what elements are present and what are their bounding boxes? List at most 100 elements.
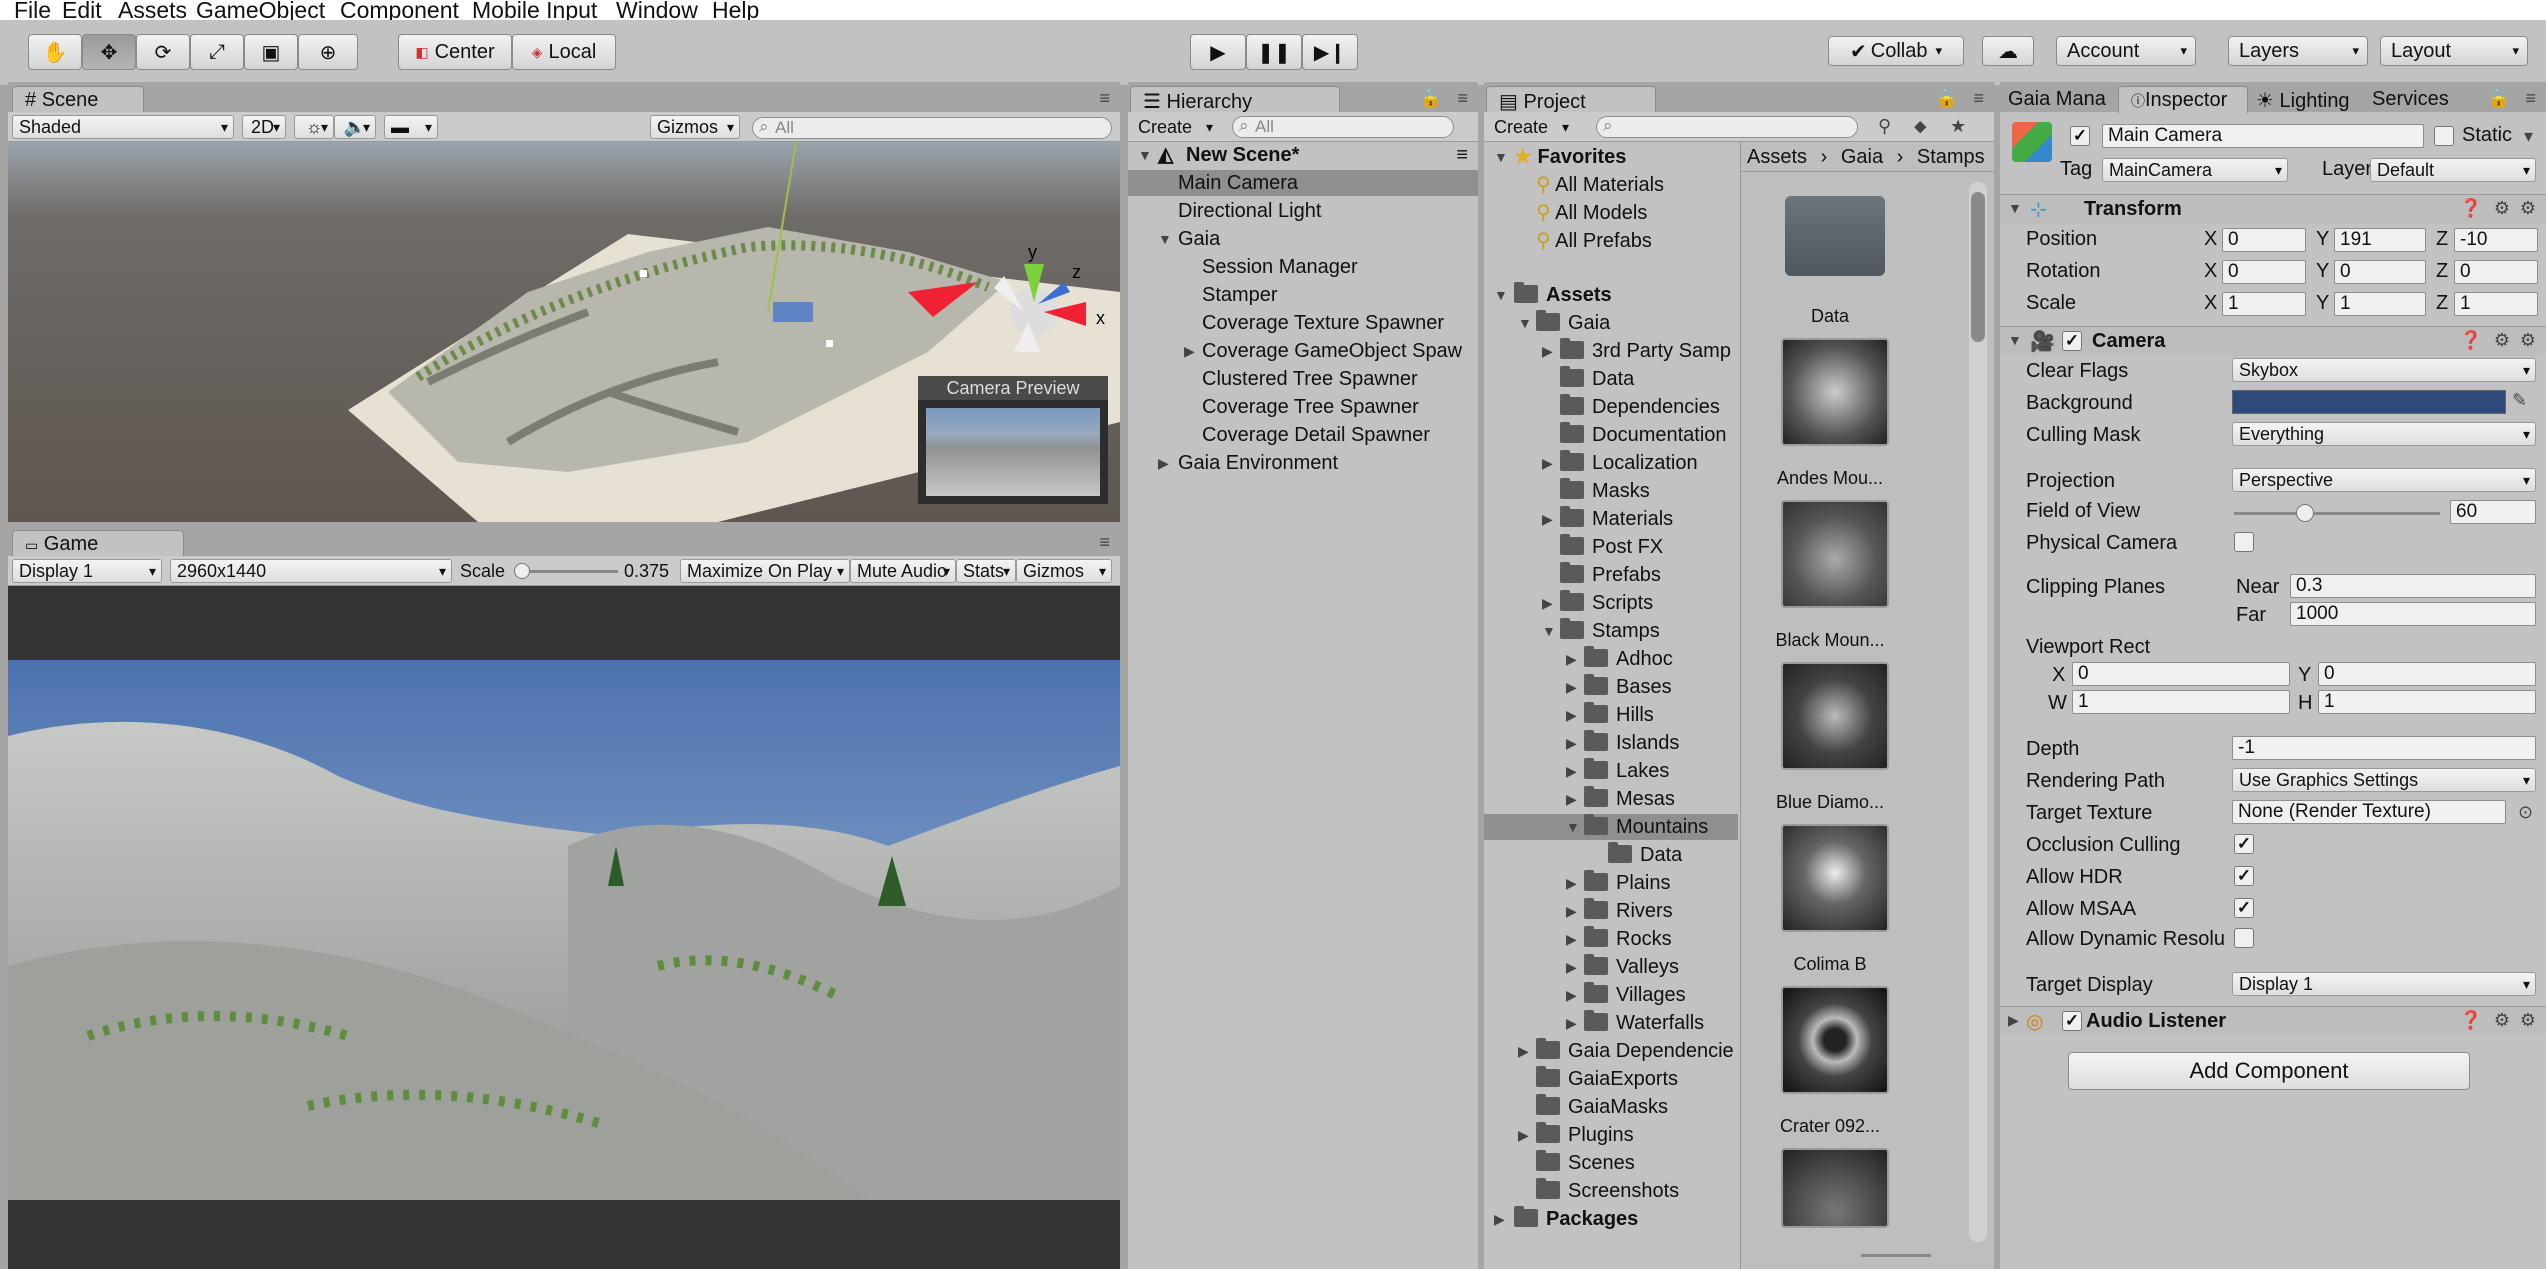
favorite-all-models[interactable]: ⚲ All Models (1536, 200, 1647, 226)
folder-plains[interactable]: Plains (1584, 870, 1670, 896)
lock-icon[interactable]: 🔒 (2488, 88, 2510, 109)
folder-masks[interactable]: Masks (1560, 478, 1650, 504)
eyedropper-icon[interactable]: ✎ (2512, 390, 2527, 411)
folder-stamps[interactable]: Stamps (1560, 618, 1660, 644)
step-button[interactable]: ▶❙ (1302, 34, 1358, 70)
collapsed-triangle-icon[interactable]: ▶ (1566, 758, 1577, 784)
collapsed-triangle-icon[interactable]: ▶ (1158, 450, 1169, 476)
display-dropdown[interactable]: Display 1 (12, 559, 162, 583)
hierarchy-item-coverage-tree-spawner[interactable]: Coverage Tree Spawner (1202, 394, 1419, 420)
asset-thumb-blue-diamond[interactable] (1781, 662, 1889, 770)
object-name-field[interactable]: Main Camera (2102, 124, 2424, 148)
tab-services[interactable]: Services (2372, 88, 2449, 111)
viewport-x-field[interactable]: 0 (2072, 662, 2290, 686)
search-by-label-icon[interactable]: ⬥ (1914, 116, 1927, 137)
pause-button[interactable]: ❚❚ (1246, 34, 1302, 70)
collapsed-triangle-icon[interactable]: ▶ (1566, 786, 1577, 812)
panel-menu-icon[interactable]: ≡ (1099, 532, 1110, 553)
layout-dropdown[interactable]: Layout ▾ (2380, 36, 2528, 66)
scale-slider-handle[interactable] (514, 563, 530, 579)
folder-mountains-data[interactable]: Data (1608, 842, 1682, 868)
expand-triangle-icon[interactable]: ▼ (2008, 195, 2022, 221)
folder-mesas[interactable]: Mesas (1584, 786, 1675, 812)
folder-gaia-exports[interactable]: GaiaExports (1536, 1066, 1678, 1092)
folder-dependencies[interactable]: Dependencies (1560, 394, 1720, 420)
gear-icon[interactable]: ⚙ (2520, 330, 2536, 351)
collapsed-triangle-icon[interactable]: ▶ (1542, 338, 1553, 364)
expand-triangle-icon[interactable]: ▼ (1138, 142, 1152, 168)
collapsed-triangle-icon[interactable]: ▶ (1566, 646, 1577, 672)
scene-search-input[interactable]: ⌕ All (752, 117, 1112, 139)
collapsed-triangle-icon[interactable]: ▶ (1542, 506, 1553, 532)
move-tool-icon[interactable]: ✥ (82, 34, 136, 70)
mode-2d-button[interactable]: 2D (242, 115, 286, 139)
packages-folder[interactable]: Packages (1514, 1206, 1638, 1232)
camera-enabled-checkbox[interactable]: ✓ (2062, 331, 2082, 351)
collapsed-triangle-icon[interactable]: ▶ (1542, 590, 1553, 616)
asset-folder-data[interactable] (1781, 182, 1889, 290)
scene-gizmos-dropdown[interactable]: Gizmos (650, 115, 740, 139)
clear-flags-dropdown[interactable]: Skybox (2232, 358, 2536, 382)
shading-dropdown[interactable]: Shaded (12, 115, 234, 139)
allow-hdr-checkbox[interactable]: ✓ (2234, 866, 2254, 886)
scale-z-field[interactable]: 1 (2454, 292, 2538, 316)
breadcrumb-assets[interactable]: Assets (1747, 146, 1807, 168)
gizmo-plane[interactable] (773, 302, 813, 322)
layer-dropdown[interactable]: Default (2370, 158, 2536, 182)
rotation-x-field[interactable]: 0 (2222, 260, 2306, 284)
folder-post-fx[interactable]: Post FX (1560, 534, 1663, 560)
tag-dropdown[interactable]: MainCamera (2102, 158, 2288, 182)
lighting-toggle-icon[interactable]: ☼ (294, 115, 334, 139)
folder-screenshots[interactable]: Screenshots (1536, 1178, 1679, 1204)
hierarchy-item-gaia-environment[interactable]: Gaia Environment (1178, 450, 1338, 476)
rect-tool-icon[interactable]: ▣ (244, 34, 298, 70)
panel-menu-icon[interactable]: ≡ (1457, 88, 1468, 109)
near-field[interactable]: 0.3 (2290, 574, 2536, 598)
account-dropdown[interactable]: Account ▾ (2056, 36, 2196, 66)
panel-menu-icon[interactable]: ≡ (1099, 88, 1110, 109)
viewport-h-field[interactable]: 1 (2318, 690, 2536, 714)
scale-y-field[interactable]: 1 (2334, 292, 2426, 316)
favorite-all-prefabs[interactable]: ⚲ All Prefabs (1536, 228, 1652, 254)
folder-gaia-masks[interactable]: GaiaMasks (1536, 1094, 1668, 1120)
collapsed-triangle-icon[interactable]: ▶ (1566, 982, 1577, 1008)
transform-header[interactable]: ▼ ⊹ Transform ❓ ⚙ ⚙ (2000, 194, 2546, 224)
folder-localization[interactable]: Localization (1560, 450, 1698, 476)
hierarchy-item-coverage-detail-spawner[interactable]: Coverage Detail Spawner (1202, 422, 1430, 448)
hierarchy-item-gaia[interactable]: Gaia (1178, 226, 1220, 252)
expand-triangle-icon[interactable]: ▼ (1494, 144, 1508, 170)
far-field[interactable]: 1000 (2290, 602, 2536, 626)
occlusion-culling-checkbox[interactable]: ✓ (2234, 834, 2254, 854)
fov-slider[interactable] (2234, 512, 2440, 515)
scrollbar-thumb[interactable] (1971, 192, 1985, 342)
collapsed-triangle-icon[interactable]: ▶ (1566, 730, 1577, 756)
asset-thumb-colima-b[interactable] (1781, 824, 1889, 932)
lock-icon[interactable]: 🔒 (1936, 88, 1958, 109)
folder-gaia[interactable]: Gaia (1536, 310, 1610, 336)
folder-bases[interactable]: Bases (1584, 674, 1672, 700)
folder-documentation[interactable]: Documentation (1560, 422, 1727, 448)
collapsed-triangle-icon[interactable]: ▶ (1542, 450, 1553, 476)
culling-mask-dropdown[interactable]: Everything (2232, 422, 2536, 446)
static-dropdown-icon[interactable]: ▾ (2524, 126, 2533, 147)
audio-listener-header[interactable]: ▶ ◎ ✓ Audio Listener ❓ ⚙ ⚙ (2000, 1006, 2546, 1036)
hierarchy-item-main-camera[interactable]: Main Camera (1128, 170, 1478, 196)
asset-thumb-andes[interactable] (1781, 338, 1889, 446)
collapsed-triangle-icon[interactable]: ▶ (1566, 702, 1577, 728)
scene-menu-icon[interactable]: ≡ (1456, 142, 1468, 168)
collapsed-triangle-icon[interactable]: ▶ (1566, 954, 1577, 980)
folder-scenes[interactable]: Scenes (1536, 1150, 1635, 1176)
mute-audio-toggle[interactable]: Mute Audio (850, 559, 956, 583)
tab-lighting[interactable]: ☀ Lighting (2256, 88, 2350, 113)
scene-root[interactable]: ▼ ◭ New Scene* ≡ (1128, 142, 1478, 168)
panel-menu-icon[interactable]: ≡ (2525, 88, 2536, 109)
hierarchy-item-coverage-gameobject-spawner[interactable]: Coverage GameObject Spaw (1202, 338, 1462, 364)
collapsed-triangle-icon[interactable]: ▶ (1184, 338, 1195, 364)
transform-tool-icon[interactable]: ⊕ (298, 34, 358, 70)
tab-gaia-manager[interactable]: Gaia Mana (2008, 88, 2106, 111)
hand-tool-icon[interactable]: ✋ (28, 34, 82, 70)
collapsed-triangle-icon[interactable]: ▶ (1518, 1038, 1529, 1064)
preset-icon[interactable]: ⚙ (2494, 330, 2510, 351)
hierarchy-search-input[interactable]: ⌕ All (1232, 116, 1454, 138)
project-create-dropdown[interactable]: Create (1488, 115, 1574, 139)
